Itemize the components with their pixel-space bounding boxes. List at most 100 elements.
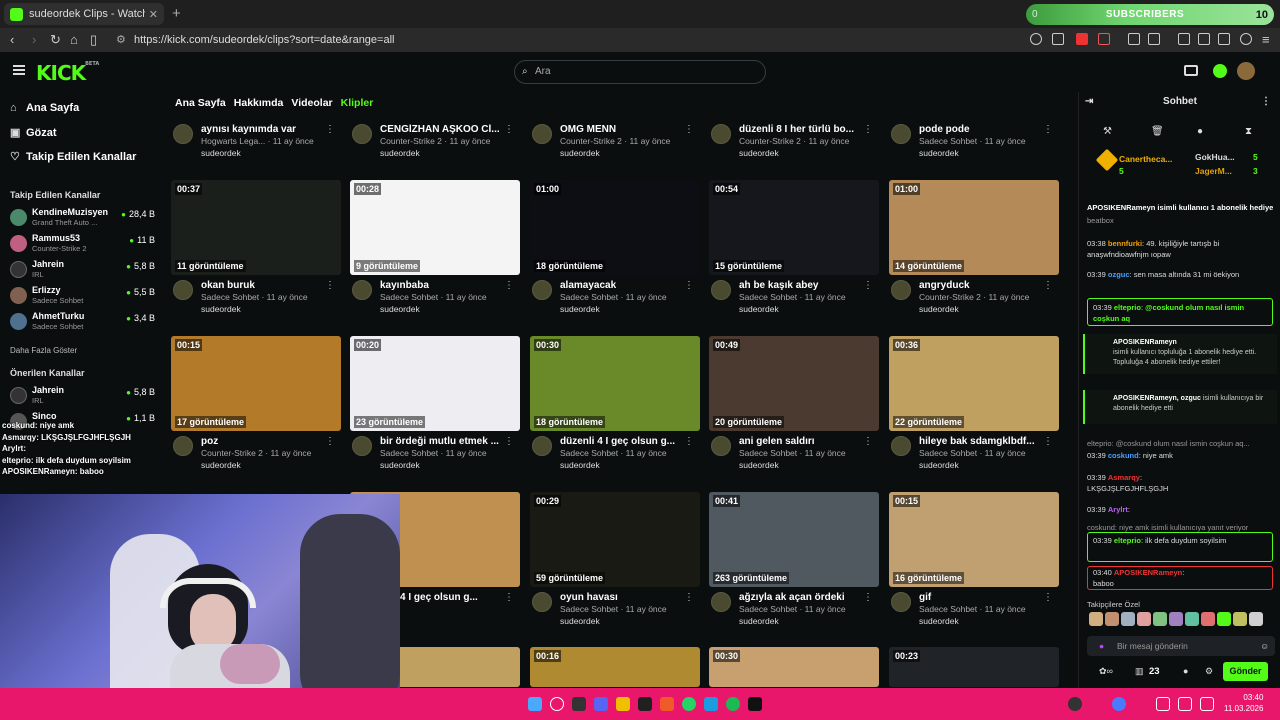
sidebar-item-home[interactable]: ⌂ Ana Sayfa xyxy=(10,102,79,114)
more-options-icon[interactable]: ⋮ xyxy=(863,436,873,447)
clip-title[interactable]: ani gelen saldırı xyxy=(739,436,867,447)
chat-username[interactable]: coskund xyxy=(1108,451,1139,460)
avatar[interactable] xyxy=(711,436,731,456)
clip-card[interactable]: 01:00 14 görüntüleme xyxy=(889,180,1059,275)
clip-title[interactable]: OMG MENN xyxy=(560,124,688,135)
battery-icon[interactable] xyxy=(1200,697,1214,711)
more-options-icon[interactable]: ⋮ xyxy=(325,436,335,447)
sidebar-toggle-icon[interactable] xyxy=(1178,33,1190,45)
clip-thumbnail[interactable]: 00:28 9 görüntüleme xyxy=(350,180,520,275)
clip-title[interactable]: alamayacak xyxy=(560,280,688,291)
clip-title[interactable]: düzenli 4 I geç olsun g... xyxy=(560,436,688,447)
taskbar-clock[interactable]: 03:40 11.03.2026 xyxy=(1224,692,1263,714)
followed-channel[interactable]: AhmetTurkuSadece Sohbet 3,4 B xyxy=(10,310,155,334)
clip-channel[interactable]: sudeordek xyxy=(919,304,959,314)
clip-card[interactable]: 00:41 263 görüntüleme xyxy=(709,492,879,587)
app-icon[interactable] xyxy=(748,697,762,711)
clip-title[interactable]: bir ördeği mutlu etmek ... xyxy=(380,436,508,447)
clip-title[interactable]: ağzıyla ak açan ördeki xyxy=(739,592,867,603)
mod-hammer-icon[interactable]: ⚒ xyxy=(1103,126,1112,137)
hourglass-icon[interactable]: ⧗ xyxy=(1245,126,1252,137)
clip-thumbnail[interactable]: 00:36 22 görüntüleme xyxy=(889,336,1059,431)
avatar[interactable] xyxy=(891,280,911,300)
screenshot-icon[interactable] xyxy=(1148,33,1160,45)
search-input[interactable]: ⌕ Ara xyxy=(514,60,766,84)
clip-title[interactable]: kayınbaba xyxy=(380,280,508,291)
avatar[interactable] xyxy=(891,124,911,144)
browser-tab[interactable]: sudeordek Clips - Watch Live on ✕ xyxy=(4,3,164,25)
clip-card[interactable]: 01:00 18 görüntüleme xyxy=(530,180,700,275)
bluetooth-icon[interactable] xyxy=(1112,697,1126,711)
avatar[interactable] xyxy=(711,280,731,300)
suggested-channel[interactable]: JahreinIRL 5,8 B xyxy=(10,384,155,408)
rewards-icon[interactable] xyxy=(1098,33,1110,45)
studio-icon[interactable] xyxy=(1184,65,1198,76)
clip-card[interactable]: 00:16 xyxy=(530,647,700,687)
more-options-icon[interactable]: ⋮ xyxy=(1043,436,1053,447)
clip-thumbnail[interactable]: 00:49 20 görüntüleme xyxy=(709,336,879,431)
clip-channel[interactable]: sudeordek xyxy=(739,460,779,470)
tab-home[interactable]: Ana Sayfa xyxy=(175,97,226,111)
clip-channel[interactable]: sudeordek xyxy=(380,460,420,470)
emote-icon[interactable] xyxy=(1233,612,1247,626)
clip-title[interactable]: poz xyxy=(201,436,329,447)
clip-card[interactable]: 00:28 9 görüntüleme xyxy=(350,180,520,275)
show-more-link[interactable]: Daha Fazla Göster xyxy=(10,346,77,355)
clip-channel[interactable]: sudeordek xyxy=(560,460,600,470)
followed-channel[interactable]: KendineMuzisyenGrand Theft Auto ... 28,4 … xyxy=(10,206,155,230)
emote-icon[interactable] xyxy=(1185,612,1199,626)
reload-icon[interactable]: ↻ xyxy=(50,32,61,48)
gift-icon[interactable]: ▥ xyxy=(1135,666,1144,677)
more-options-icon[interactable]: ⋮ xyxy=(863,592,873,603)
url-field[interactable]: ⚙ https://kick.com/sudeordek/clips?sort=… xyxy=(112,30,1072,50)
clip-channel[interactable]: sudeordek xyxy=(739,148,779,158)
followed-channel[interactable]: Rammus53Counter-Strike 2 11 B xyxy=(10,232,155,256)
start-icon[interactable] xyxy=(528,697,542,711)
clip-channel[interactable]: sudeordek xyxy=(919,616,959,626)
kick-logo[interactable]: KICKBETA xyxy=(36,61,99,85)
clip-card[interactable]: 00:54 15 görüntüleme xyxy=(709,180,879,275)
chat-bubble-icon[interactable]: ● xyxy=(1197,126,1203,137)
clip-channel[interactable]: sudeordek xyxy=(201,304,241,314)
clip-title[interactable]: CENGİZHAN AŞKOO Cİ... xyxy=(380,124,508,135)
clip-thumbnail[interactable]: 00:30 18 görüntüleme xyxy=(530,336,700,431)
clip-thumbnail[interactable]: 00:15 17 görüntüleme xyxy=(171,336,341,431)
search-icon[interactable] xyxy=(550,697,564,711)
tab-about[interactable]: Hakkımda xyxy=(234,97,284,111)
avatar[interactable] xyxy=(352,124,372,144)
more-options-icon[interactable]: ⋮ xyxy=(1043,124,1053,135)
wallet-icon[interactable] xyxy=(1198,33,1210,45)
spotify-icon[interactable] xyxy=(726,697,740,711)
clip-title[interactable]: düzenli 8 I her türlü bo... xyxy=(739,124,867,135)
share-icon[interactable] xyxy=(1052,33,1064,45)
bookmark-icon[interactable]: ▯ xyxy=(90,32,97,48)
more-options-icon[interactable]: ⋮ xyxy=(504,124,514,135)
more-options-icon[interactable]: ⋮ xyxy=(863,280,873,291)
clip-channel[interactable]: sudeordek xyxy=(560,616,600,626)
file-explorer-icon[interactable] xyxy=(616,697,630,711)
clip-thumbnail[interactable]: 00:30 xyxy=(709,647,879,687)
clip-title[interactable]: gif xyxy=(919,592,1047,603)
chat-username[interactable]: Asmarqy xyxy=(1108,473,1140,482)
user-avatar[interactable] xyxy=(1237,62,1255,80)
clip-channel[interactable]: sudeordek xyxy=(919,460,959,470)
more-options-icon[interactable]: ⋮ xyxy=(1043,280,1053,291)
avatar[interactable] xyxy=(173,280,193,300)
emote-icon[interactable] xyxy=(1169,612,1183,626)
tray-icon[interactable] xyxy=(1068,697,1082,711)
clip-channel[interactable]: sudeordek xyxy=(919,148,959,158)
clip-title[interactable]: ah be kaşık abey xyxy=(739,280,867,291)
clip-channel[interactable]: sudeordek xyxy=(201,148,241,158)
clip-thumbnail[interactable]: 00:41 263 görüntüleme xyxy=(709,492,879,587)
chat-username[interactable]: Arylrt xyxy=(1108,505,1128,514)
avatar[interactable] xyxy=(891,592,911,612)
clip-channel[interactable]: sudeordek xyxy=(739,616,779,626)
more-options-icon[interactable]: ⋮ xyxy=(504,592,514,603)
forward-icon[interactable]: › xyxy=(32,32,36,47)
tab-videos[interactable]: Videolar xyxy=(291,97,332,111)
clip-card[interactable]: 00:49 20 görüntüleme xyxy=(709,336,879,431)
new-tab-icon[interactable]: + xyxy=(172,5,181,22)
avatar[interactable] xyxy=(173,436,193,456)
clip-channel[interactable]: sudeordek xyxy=(560,148,600,158)
clip-card[interactable]: 00:15 17 görüntüleme xyxy=(171,336,341,431)
